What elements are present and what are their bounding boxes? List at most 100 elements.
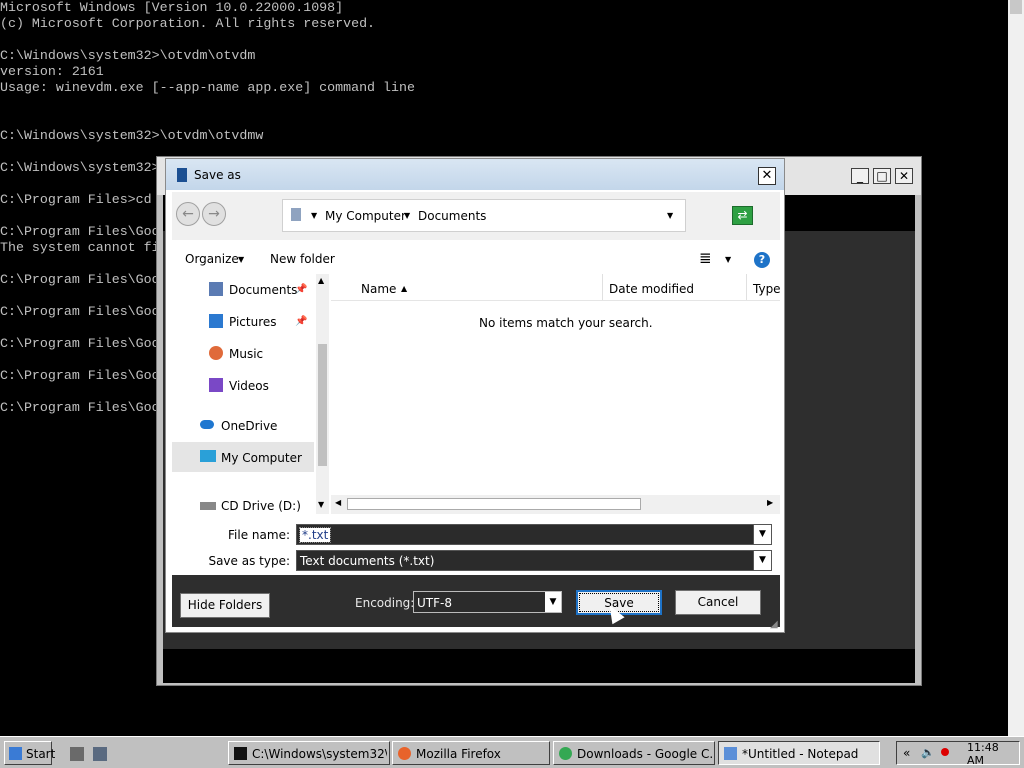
- taskbar: Start C:\Windows\system32\... Mozilla Fi…: [0, 736, 1024, 768]
- view-options-icon[interactable]: ≣: [699, 249, 712, 267]
- tree-item-onedrive[interactable]: OneDrive: [172, 414, 314, 438]
- console-line: C:\Windows\system32>\otvdm\otvdmw: [0, 128, 264, 143]
- chrome-icon: [559, 747, 572, 760]
- tree-item-pictures[interactable]: Pictures 📌: [172, 310, 314, 334]
- show-desktop-icon[interactable]: [70, 747, 84, 761]
- tree-item-label: CD Drive (D:): [221, 499, 301, 513]
- console-line: Microsoft Windows [Version 10.0.22000.10…: [0, 0, 344, 15]
- notepad-close-button[interactable]: ✕: [895, 168, 913, 184]
- pictures-icon: [209, 314, 223, 328]
- start-button[interactable]: Start: [4, 741, 55, 765]
- windows-logo-icon: [9, 747, 22, 760]
- organize-button[interactable]: Organize: [185, 252, 239, 266]
- console-scrollbar[interactable]: [1008, 0, 1024, 736]
- task-button-notepad[interactable]: *Untitled - Notepad: [718, 741, 880, 765]
- clock[interactable]: 11:48 AM: [967, 741, 1019, 767]
- scroll-down-icon[interactable]: ▼: [318, 500, 324, 509]
- folder-location-icon: [291, 208, 301, 221]
- task-button-chrome[interactable]: Downloads - Google C...: [553, 741, 715, 765]
- scroll-left-icon[interactable]: ◀: [335, 498, 341, 507]
- forward-arrow-icon[interactable]: →: [202, 202, 226, 226]
- quick-launch-icon[interactable]: [93, 747, 107, 761]
- chevron-down-icon[interactable]: ▼: [404, 211, 410, 220]
- chevron-down-icon[interactable]: ▼: [238, 255, 244, 264]
- videos-icon: [209, 378, 223, 392]
- refresh-icon[interactable]: ⇄: [732, 206, 753, 225]
- tray-expand-icon[interactable]: «: [903, 746, 910, 760]
- notepad-icon: [177, 168, 187, 182]
- maximize-button[interactable]: □: [873, 168, 891, 184]
- column-header-name[interactable]: Name: [361, 282, 396, 296]
- column-separator[interactable]: [746, 274, 747, 300]
- task-label: C:\Windows\system32\...: [252, 747, 387, 761]
- file-list[interactable]: Name ▲ Date modified Type No items match…: [331, 274, 781, 514]
- save-as-type-select[interactable]: Text documents (*.txt) ▼: [296, 550, 772, 571]
- hide-folders-button[interactable]: Hide Folders: [180, 593, 270, 618]
- notepad-icon: [724, 747, 737, 760]
- console-line: (c) Microsoft Corporation. All rights re…: [0, 16, 376, 31]
- file-name-label: File name:: [228, 528, 290, 542]
- notification-icon[interactable]: [941, 748, 949, 756]
- file-fields: File name: *.txt ▼ Save as type: Text do…: [172, 516, 780, 574]
- encoding-label: Encoding:: [355, 596, 415, 610]
- cancel-button[interactable]: Cancel: [675, 590, 761, 615]
- new-folder-button[interactable]: New folder: [270, 252, 335, 266]
- resize-grip-icon[interactable]: ◢: [770, 619, 782, 631]
- task-label: *Untitled - Notepad: [742, 747, 859, 761]
- file-list-hscrollbar[interactable]: ◀ ▶: [331, 495, 780, 514]
- tree-item-label: OneDrive: [221, 419, 278, 433]
- encoding-select[interactable]: UTF-8 ▼: [413, 591, 562, 613]
- scroll-up-icon[interactable]: ▲: [318, 276, 324, 285]
- save-as-type-label: Save as type:: [208, 554, 290, 568]
- tree-item-documents[interactable]: Documents 📌: [172, 278, 314, 302]
- task-button-cmd[interactable]: C:\Windows\system32\...: [228, 741, 390, 765]
- dialog-toolbar: Organize ▼ New folder ≣ ▼ ?: [172, 244, 780, 272]
- computer-icon: [200, 450, 216, 462]
- dialog-titlebar[interactable]: Save as ✕: [166, 159, 784, 190]
- column-header-date-modified[interactable]: Date modified: [609, 282, 694, 296]
- minimize-button[interactable]: _: [851, 168, 869, 184]
- task-button-firefox[interactable]: Mozilla Firefox: [392, 741, 550, 765]
- tree-scroll-thumb[interactable]: [318, 344, 327, 466]
- help-icon[interactable]: ?: [754, 252, 770, 268]
- tree-item-label: My Computer: [221, 451, 302, 465]
- console-scroll-thumb[interactable]: [1010, 0, 1022, 14]
- pin-icon: 📌: [295, 316, 308, 327]
- empty-message: No items match your search.: [479, 316, 653, 330]
- notepad-band-bottom: [163, 649, 915, 683]
- navigation-tree: Documents 📌 Pictures 📌 Music Videos OneD…: [172, 274, 329, 514]
- tree-item-cd-drive[interactable]: CD Drive (D:): [172, 494, 314, 514]
- address-segment-documents[interactable]: Documents: [418, 209, 486, 223]
- chevron-down-icon[interactable]: ▼: [725, 255, 731, 264]
- chevron-down-icon[interactable]: ▼: [753, 525, 771, 544]
- save-as-dialog: Save as ✕ ← → ▼ My Computer ▼ Documents …: [165, 158, 785, 633]
- cmd-icon: [234, 747, 247, 760]
- address-dropdown-icon[interactable]: ▼: [667, 211, 673, 220]
- dialog-close-button[interactable]: ✕: [758, 167, 776, 185]
- tree-scrollbar[interactable]: ▲ ▼: [316, 274, 329, 514]
- address-segment-my-computer[interactable]: My Computer: [325, 209, 406, 223]
- tree-item-my-computer[interactable]: My Computer: [172, 442, 314, 472]
- tree-item-label: Documents: [229, 283, 298, 297]
- file-name-input[interactable]: *.txt ▼: [296, 524, 772, 545]
- chevron-down-icon[interactable]: ▼: [753, 551, 771, 570]
- save-as-type-value: Text documents (*.txt): [300, 554, 435, 568]
- chevron-down-icon[interactable]: ▼: [545, 592, 561, 612]
- onedrive-icon: [200, 420, 214, 429]
- scroll-right-icon[interactable]: ▶: [767, 498, 773, 507]
- back-arrow-icon[interactable]: ←: [176, 202, 200, 226]
- column-header-type[interactable]: Type: [753, 282, 781, 296]
- tree-item-music[interactable]: Music: [172, 342, 314, 366]
- chevron-down-icon[interactable]: ▼: [311, 211, 317, 220]
- system-tray: « 🔈 11:48 AM: [896, 741, 1020, 767]
- volume-icon[interactable]: 🔈: [921, 746, 935, 759]
- music-icon: [209, 346, 223, 360]
- hscroll-thumb[interactable]: [347, 498, 641, 510]
- sort-ascending-icon: ▲: [401, 284, 408, 293]
- address-bar[interactable]: ▼ My Computer ▼ Documents ▼: [282, 199, 686, 232]
- column-separator[interactable]: [602, 274, 603, 300]
- tree-item-videos[interactable]: Videos: [172, 374, 314, 398]
